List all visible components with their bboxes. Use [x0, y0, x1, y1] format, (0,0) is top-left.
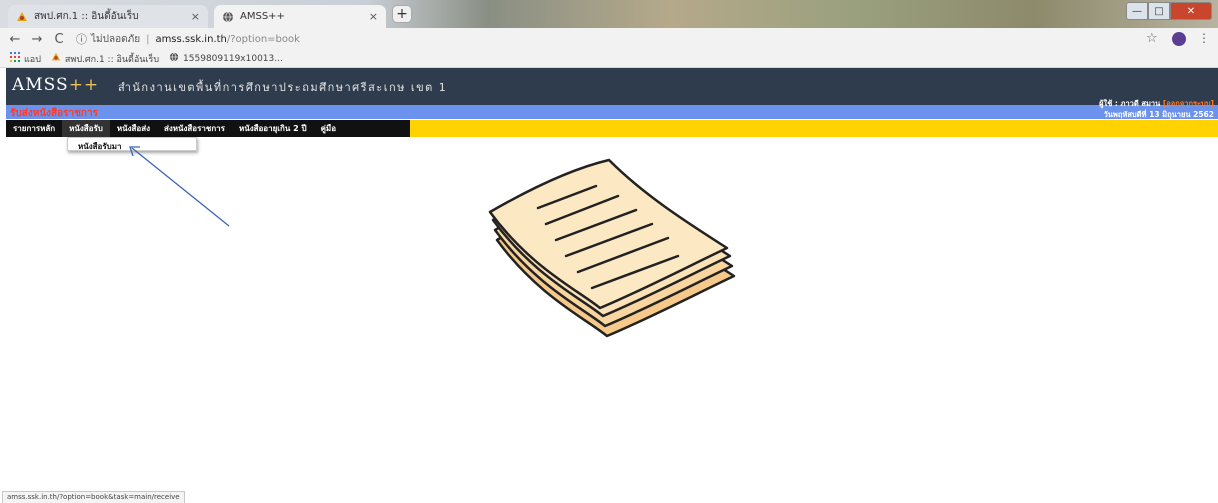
annotation-arrow [129, 146, 230, 227]
papers-icon [488, 158, 736, 338]
papers-illustration [129, 146, 736, 338]
browser-status-bar: amss.ssk.in.th/?option=book&task=main/re… [2, 491, 185, 503]
